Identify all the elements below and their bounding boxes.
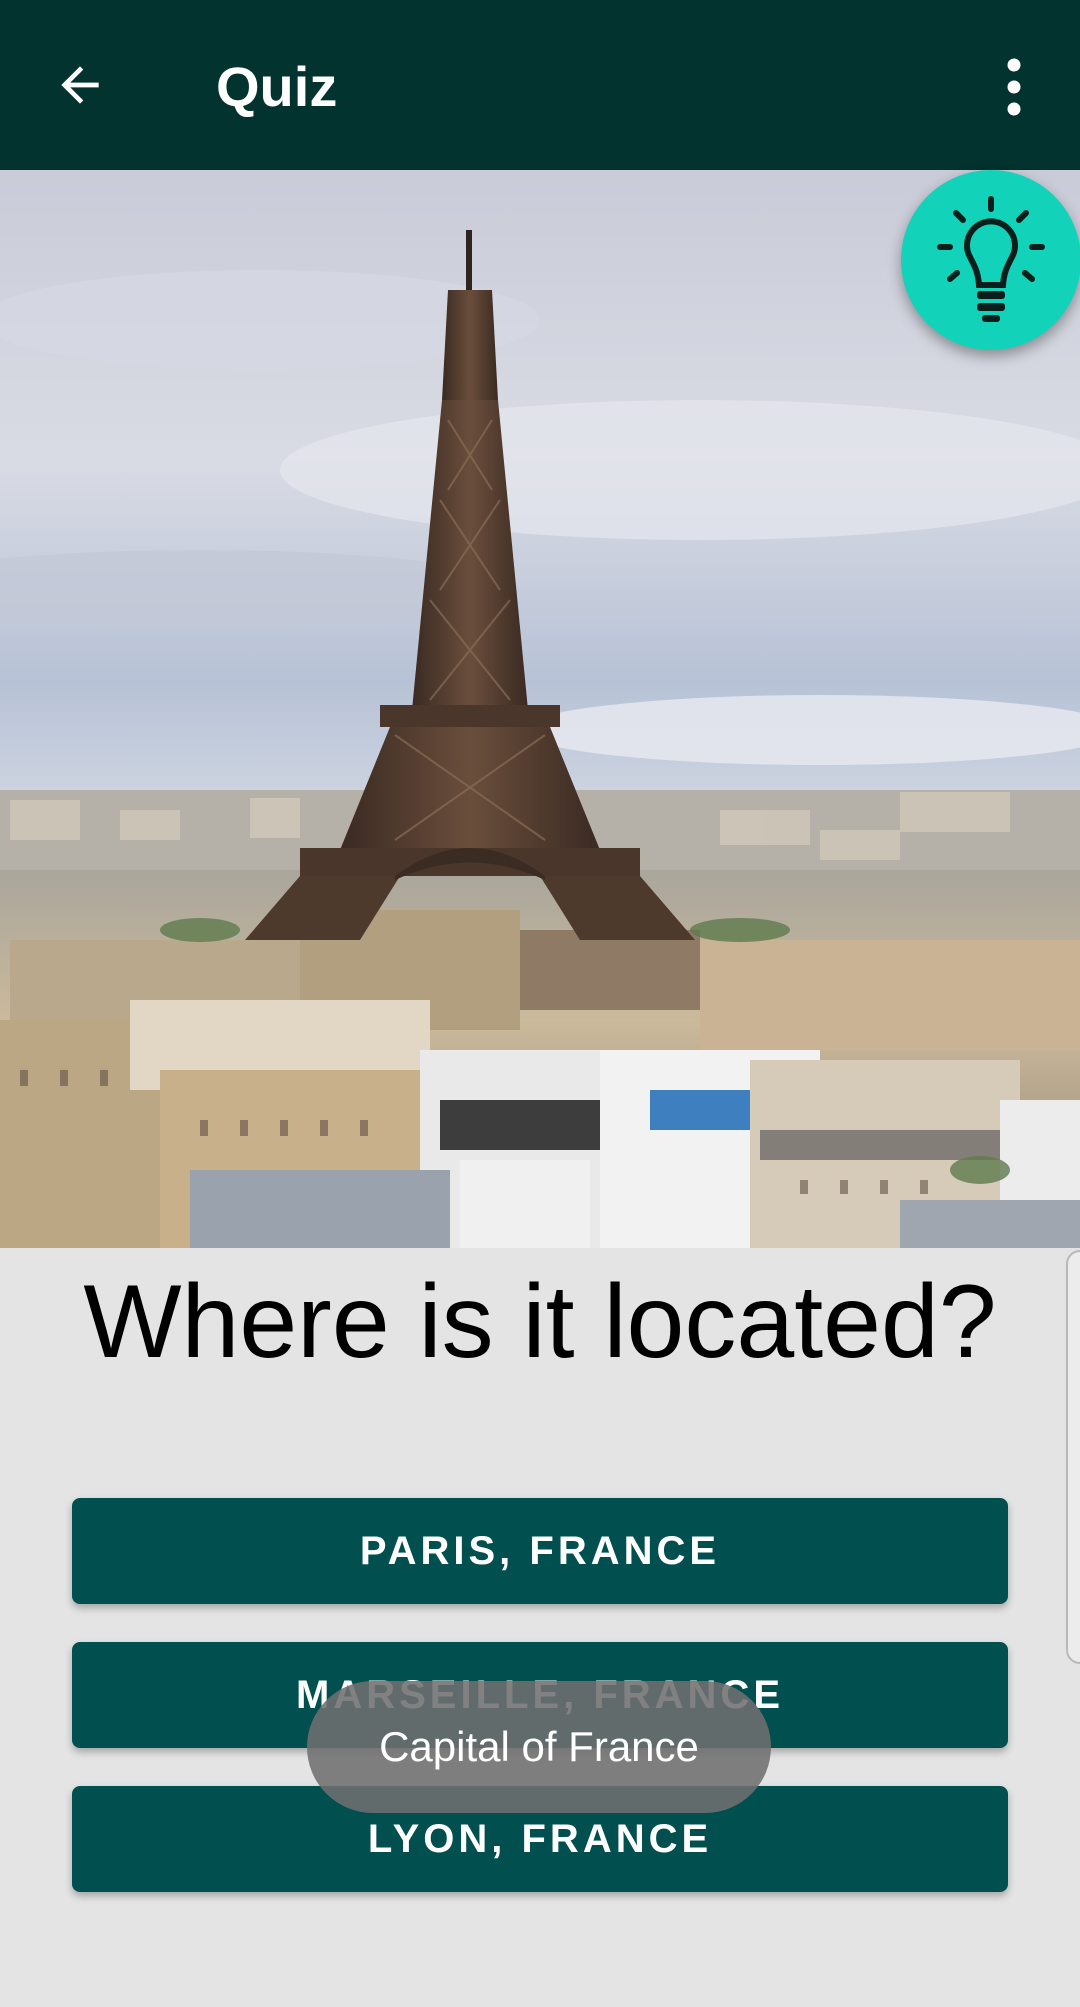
back-button[interactable] (40, 45, 120, 125)
question-text: Where is it located? (83, 1264, 997, 1380)
overflow-menu-button[interactable] (984, 52, 1044, 122)
arrow-back-icon (61, 66, 99, 104)
lightbulb-icon (937, 196, 1045, 322)
more-vert-icon (1007, 58, 1021, 116)
page-title: Quiz (216, 55, 338, 118)
app-bar: Quiz (0, 0, 1080, 170)
landmark-photo (0, 170, 1080, 1248)
hint-toast: Capital of France (307, 1681, 771, 1813)
quiz-screen: Quiz Where is it located? PARIS, FRANCE … (0, 0, 1080, 2007)
eiffel-tower-image (0, 170, 1080, 1248)
edge-panel-handle[interactable] (1066, 1250, 1080, 1664)
answer-button-paris[interactable]: PARIS, FRANCE (72, 1498, 1008, 1604)
hint-button[interactable] (901, 170, 1080, 350)
